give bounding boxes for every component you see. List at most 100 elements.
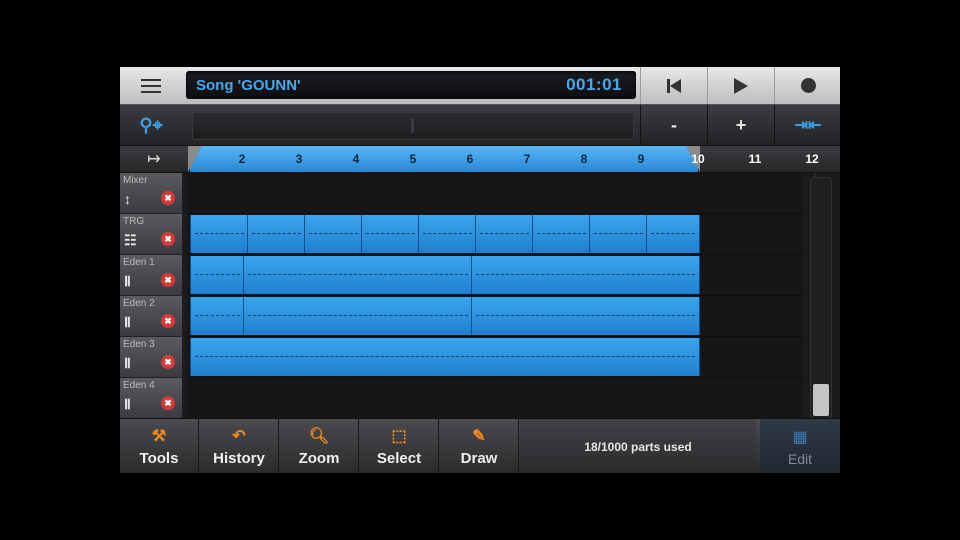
loop-start-marker[interactable] (188, 146, 202, 172)
arrow-right-box-icon: ↦ (147, 151, 161, 168)
track-header[interactable]: Eden 3 Ⅱ ✖ (120, 337, 185, 378)
mute-button[interactable]: ✖ (161, 191, 175, 205)
track-lane[interactable] (188, 214, 802, 255)
song-overview-scroller[interactable] (192, 112, 634, 140)
bottom-toolbar: ⚒ Tools ↶ History 🔍︎ Zoom ⬚ Select ✎ Dra… (120, 418, 840, 473)
record-button[interactable] (774, 67, 840, 104)
tools-label: Tools (139, 450, 179, 467)
track-lane[interactable] (188, 337, 802, 378)
song-display[interactable]: Song 'GOUNN' 001:01 (186, 71, 636, 99)
edit-label: Edit (787, 451, 813, 467)
part-notes (594, 233, 643, 237)
midi-part[interactable] (589, 215, 648, 253)
part-notes (423, 233, 472, 237)
midi-part[interactable] (471, 256, 700, 294)
midi-part[interactable] (190, 297, 245, 335)
rewind-button[interactable] (640, 67, 707, 104)
bar-number: 3 (295, 152, 303, 166)
track-name: Mixer (123, 175, 148, 186)
midi-part[interactable] (247, 215, 306, 253)
zoom-button[interactable]: 🔍︎ Zoom (280, 419, 359, 473)
track-lane[interactable] (188, 255, 802, 296)
magnifier-icon: 🔍︎ (308, 428, 330, 445)
part-notes (195, 233, 244, 237)
midi-part[interactable] (475, 215, 534, 253)
midi-part[interactable] (646, 215, 700, 253)
select-button[interactable]: ⬚ Select (360, 419, 439, 473)
track-header[interactable]: Mixer ↕ ✖ (120, 173, 185, 214)
part-notes (252, 233, 301, 237)
midi-part[interactable] (304, 215, 363, 253)
history-button[interactable]: ↶ History (200, 419, 279, 473)
bar-number: 9 (637, 152, 645, 166)
sequencer-app: Song 'GOUNN' 001:01 ⚲⌖ - + ⇥⇤ ↦ 2 3 4 5 6 7 8 9… (120, 67, 840, 473)
follow-playhead-button[interactable]: ↦ (120, 146, 188, 172)
track-area: Mixer ↕ ✖ TRG ☷ ✖ Eden 1 Ⅱ ✖ Eden 2 Ⅱ ✖ Eden 3 Ⅱ ✖ Eden… (120, 173, 840, 419)
mute-button[interactable]: ✖ (161, 273, 175, 287)
bar-number: 10 (691, 152, 705, 166)
track-header[interactable]: Eden 2 Ⅱ ✖ (120, 296, 185, 337)
zoom-in-button[interactable]: + (707, 105, 774, 145)
part-notes (248, 274, 468, 278)
parts-usage-status: 18/1000 parts used (520, 419, 756, 473)
draw-label: Draw (460, 450, 498, 467)
midi-part[interactable] (471, 297, 700, 335)
track-header[interactable]: Eden 4 Ⅱ ✖ (120, 378, 185, 419)
midi-part[interactable] (243, 256, 473, 294)
wrench-icon: ⚒ (151, 428, 167, 445)
midi-part[interactable] (190, 215, 249, 253)
play-button[interactable] (707, 67, 774, 104)
part-notes (309, 233, 358, 237)
selection-rect-icon: ⬚ (391, 428, 407, 445)
mute-button[interactable]: ✖ (161, 314, 175, 328)
midi-part[interactable] (361, 215, 420, 253)
loop-toggle-button[interactable]: ⇥⇤ (774, 105, 840, 145)
piano-icon: Ⅱ (124, 396, 131, 412)
part-notes (248, 315, 468, 319)
draw-button[interactable]: ✎ Draw (440, 419, 519, 473)
zoom-label: Zoom (298, 450, 340, 467)
menu-button[interactable] (120, 67, 182, 104)
part-notes (195, 274, 240, 278)
part-notes (476, 274, 695, 278)
scrollbar-thumb[interactable] (813, 384, 829, 416)
track-scrollbar[interactable] (810, 177, 832, 419)
zoom-out-button[interactable]: - (640, 105, 707, 145)
zoom-tool-button[interactable]: ⚲⌖ (120, 105, 182, 145)
bar-number: 4 (352, 152, 360, 166)
loop-region[interactable] (190, 146, 698, 172)
top-bar: Song 'GOUNN' 001:01 (120, 67, 840, 105)
midi-part[interactable] (190, 256, 245, 294)
track-lane[interactable] (188, 173, 802, 214)
mute-button[interactable]: ✖ (161, 232, 175, 246)
bar-number: 8 (580, 152, 588, 166)
midi-part[interactable] (190, 338, 700, 376)
midi-part[interactable] (418, 215, 477, 253)
zoom-bar: ⚲⌖ - + ⇥⇤ (120, 105, 840, 146)
track-header[interactable]: Eden 1 Ⅱ ✖ (120, 255, 185, 296)
bar-number: 2 (238, 152, 246, 166)
piano-icon: Ⅱ (124, 355, 131, 371)
mute-button[interactable]: ✖ (161, 396, 175, 410)
loop-arrows-icon: ⇥⇤ (794, 117, 822, 134)
mute-button[interactable]: ✖ (161, 355, 175, 369)
midi-part[interactable] (532, 215, 591, 253)
part-notes (537, 233, 586, 237)
history-label: History (213, 450, 265, 467)
undo-icon: ↶ (232, 428, 246, 445)
pencil-icon: ✎ (472, 428, 486, 445)
midi-part[interactable] (243, 297, 473, 335)
piano-icon: Ⅱ (124, 314, 131, 330)
part-notes (476, 315, 695, 319)
overview-handle[interactable] (411, 119, 414, 133)
track-lane[interactable] (188, 296, 802, 337)
track-lane[interactable] (188, 378, 802, 419)
magnify-crosshair-icon: ⚲⌖ (139, 114, 163, 135)
timeline-ruler[interactable]: ↦ 2 3 4 5 6 7 8 9 10 11 12 (120, 146, 840, 173)
tools-button[interactable]: ⚒ Tools (120, 419, 199, 473)
song-position-time: 001:01 (566, 75, 622, 94)
select-label: Select (376, 450, 422, 467)
edit-button[interactable]: ▦ Edit (760, 419, 840, 473)
track-header[interactable]: TRG ☷ ✖ (120, 214, 185, 255)
part-notes (366, 233, 415, 237)
